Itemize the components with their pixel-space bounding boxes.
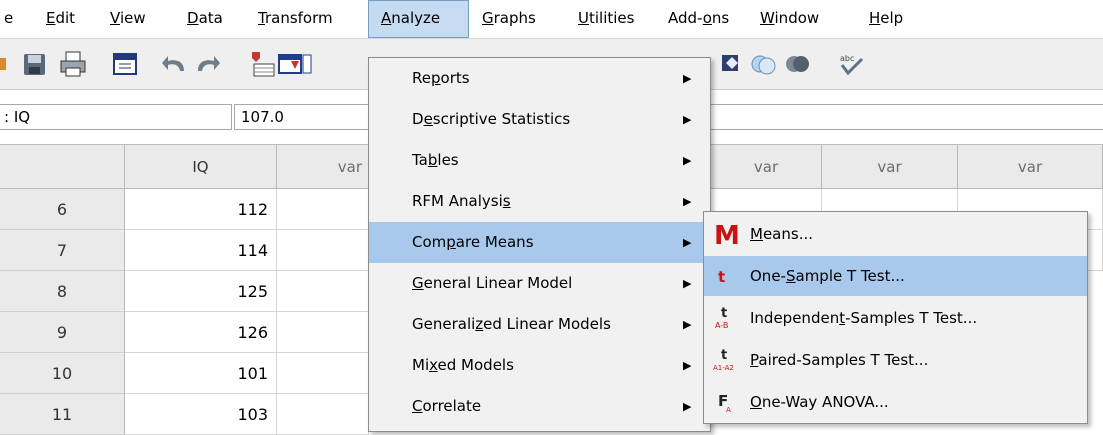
print-icon[interactable] xyxy=(58,49,88,79)
row-number[interactable]: 11 xyxy=(0,394,125,435)
table-cell-iq[interactable]: 126 xyxy=(125,312,277,353)
submenu-arrow-icon: ▶ xyxy=(683,154,692,167)
svg-text:A1-A2: A1-A2 xyxy=(713,364,734,372)
variables-icon[interactable] xyxy=(302,49,312,79)
submenu-arrow-icon: ▶ xyxy=(683,195,692,208)
open-icon[interactable] xyxy=(0,49,8,79)
menu-analyze[interactable]: Analyze xyxy=(368,0,469,38)
menu-transform[interactable]: Transform xyxy=(258,0,333,38)
svg-text:t: t xyxy=(721,306,727,321)
table-cell-var[interactable] xyxy=(277,189,369,230)
menu-item-descriptive-statistics[interactable]: Descriptive Statistics ▶ xyxy=(369,99,710,140)
table-cell-var[interactable] xyxy=(277,394,369,435)
menu-item-one-way-anova[interactable]: FA One-Way ANOVA... xyxy=(704,382,1087,422)
paired-t-icon: t A1-A2 xyxy=(712,346,740,374)
table-cell-iq[interactable]: 101 xyxy=(125,353,277,394)
table-cell-iq[interactable]: 125 xyxy=(125,271,277,312)
menu-item-generalized-linear-models[interactable]: Generalized Linear Models ▶ xyxy=(369,304,710,345)
row-number[interactable]: 8 xyxy=(0,271,125,312)
dialog-recall-icon[interactable] xyxy=(110,49,140,79)
submenu-arrow-icon: ▶ xyxy=(683,318,692,331)
value-labels-icon[interactable] xyxy=(748,49,778,79)
column-header-var[interactable]: var xyxy=(822,145,958,189)
menu-item-rfm-analysis[interactable]: RFM Analysis ▶ xyxy=(369,181,710,222)
menu-help[interactable]: Help xyxy=(869,0,903,38)
menu-data[interactable]: Data xyxy=(187,0,223,38)
svg-text:M: M xyxy=(714,221,740,248)
menu-item-correlate[interactable]: Correlate ▶ xyxy=(369,386,710,427)
submenu-arrow-icon: ▶ xyxy=(683,400,692,413)
menu-item-mixed-models[interactable]: Mixed Models ▶ xyxy=(369,345,710,386)
svg-text:abc: abc xyxy=(840,54,854,63)
menu-item-means[interactable]: M Means... xyxy=(704,214,1087,254)
column-header-var[interactable]: var xyxy=(711,145,822,189)
menu-item-reports[interactable]: Reports ▶ xyxy=(369,58,710,99)
goto-case-icon[interactable] xyxy=(248,49,278,79)
cell-name-field: : IQ xyxy=(0,104,232,130)
compare-means-submenu: M Means... t One-Sample T Test... t A-B I… xyxy=(703,211,1088,424)
redo-icon[interactable] xyxy=(192,49,222,79)
row-number[interactable]: 9 xyxy=(0,312,125,353)
table-cell-iq[interactable]: 103 xyxy=(125,394,277,435)
submenu-arrow-icon: ▶ xyxy=(683,359,692,372)
anova-icon: FA xyxy=(712,388,740,416)
menu-utilities[interactable]: Utilities xyxy=(578,0,634,38)
submenu-arrow-icon: ▶ xyxy=(683,72,692,85)
svg-text:t: t xyxy=(718,268,725,286)
menu-item-one-sample-t-test[interactable]: t One-Sample T Test... xyxy=(704,256,1087,296)
row-number[interactable]: 10 xyxy=(0,353,125,394)
row-number-header xyxy=(0,145,125,189)
menu-file[interactable]: e xyxy=(4,0,13,38)
undo-icon[interactable] xyxy=(160,49,190,79)
table-cell-var[interactable] xyxy=(277,312,369,353)
table-cell-iq[interactable]: 112 xyxy=(125,189,277,230)
select-cases-icon[interactable] xyxy=(722,49,744,79)
table-cell-var[interactable] xyxy=(277,353,369,394)
menu-bar: e Edit View Data Transform Analyze Graph… xyxy=(0,0,1103,39)
column-header-iq[interactable]: IQ xyxy=(125,145,277,189)
table-cell-var[interactable] xyxy=(277,230,369,271)
independent-t-icon: t A-B xyxy=(712,304,740,332)
svg-text:A: A xyxy=(726,406,731,414)
menu-item-tables[interactable]: Tables ▶ xyxy=(369,140,710,181)
save-icon[interactable] xyxy=(20,49,50,79)
menu-item-general-linear-model[interactable]: General Linear Model ▶ xyxy=(369,263,710,304)
spell-check-icon[interactable]: abc xyxy=(836,49,866,79)
menu-item-paired-samples-t-test[interactable]: t A1-A2 Paired-Samples T Test... xyxy=(704,340,1087,380)
submenu-arrow-icon: ▶ xyxy=(683,113,692,126)
menu-graphs[interactable]: Graphs xyxy=(482,0,536,38)
use-sets-icon[interactable] xyxy=(782,49,812,79)
menu-item-compare-means[interactable]: Compare Means ▶ xyxy=(369,222,710,263)
menu-edit[interactable]: Edit xyxy=(46,0,75,38)
menu-addons[interactable]: Add-ons xyxy=(668,0,729,38)
goto-variable-icon[interactable] xyxy=(275,49,305,79)
table-cell-iq[interactable]: 114 xyxy=(125,230,277,271)
column-header-var[interactable]: var xyxy=(958,145,1103,189)
row-number[interactable]: 7 xyxy=(0,230,125,271)
table-cell-var[interactable] xyxy=(277,271,369,312)
submenu-arrow-icon: ▶ xyxy=(683,236,692,249)
svg-text:A-B: A-B xyxy=(715,321,728,330)
menu-view[interactable]: View xyxy=(110,0,146,38)
svg-text:t: t xyxy=(721,348,727,363)
one-sample-t-icon: t xyxy=(712,262,740,290)
analyze-menu: Reports ▶ Descriptive Statistics ▶ Table… xyxy=(368,57,711,432)
means-icon: M xyxy=(712,220,740,251)
row-number[interactable]: 6 xyxy=(0,189,125,230)
menu-window[interactable]: Window xyxy=(760,0,819,38)
submenu-arrow-icon: ▶ xyxy=(683,277,692,290)
column-header-var[interactable]: var xyxy=(277,145,369,189)
menu-item-independent-samples-t-test[interactable]: t A-B Independent-Samples T Test... xyxy=(704,298,1087,338)
